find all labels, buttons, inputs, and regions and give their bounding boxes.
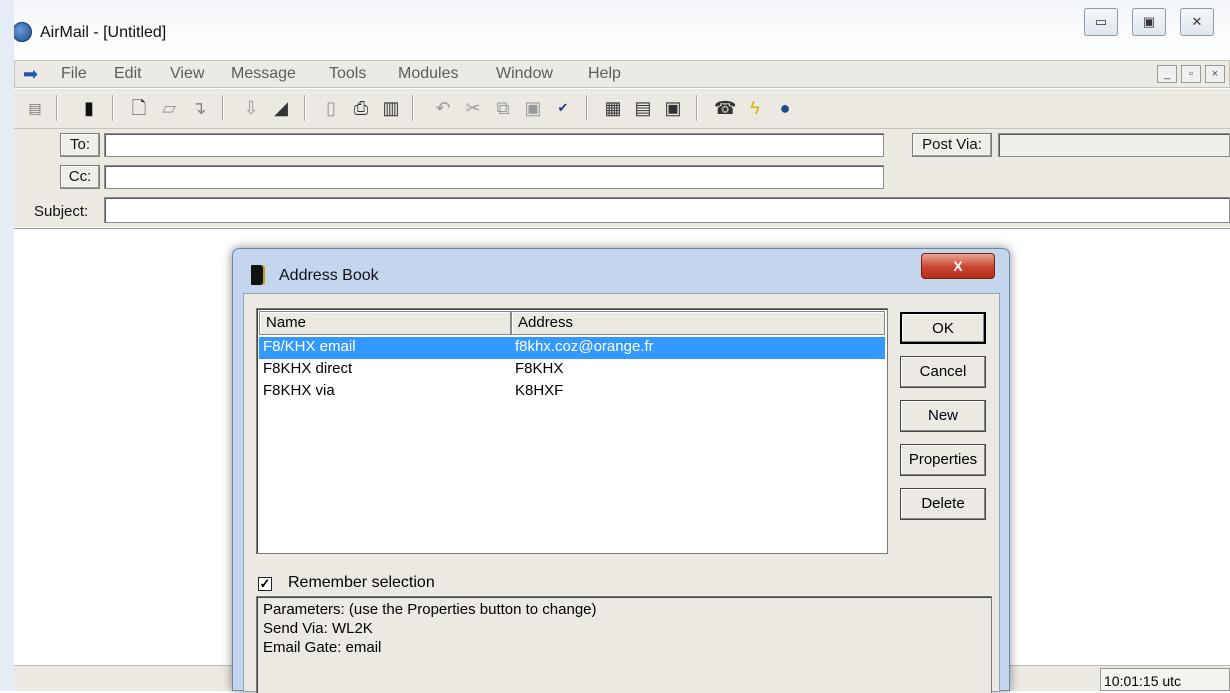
row-name: F8KHX direct xyxy=(263,360,353,377)
spellcheck-icon[interactable]: ✔ xyxy=(552,97,574,119)
column-header-address[interactable]: Address xyxy=(511,311,885,335)
open-folder-icon[interactable]: ▱ xyxy=(158,97,180,119)
connect-icon[interactable]: ☎ xyxy=(714,97,736,119)
menu-window[interactable]: Window xyxy=(496,65,553,83)
airmail-globe-icon xyxy=(12,22,32,42)
remember-selection-label: Remember selection xyxy=(288,574,435,591)
title-bar: AirMail - [Untitled] ▭ ▣ ✕ xyxy=(0,0,1230,60)
eraser-icon[interactable]: ◢ xyxy=(270,97,292,119)
paste-icon[interactable]: ▣ xyxy=(522,97,544,119)
post-via-field[interactable] xyxy=(998,133,1230,157)
undo-icon[interactable]: ↶ xyxy=(432,97,454,119)
copy-form-icon[interactable]: ▯ xyxy=(320,97,342,119)
minimize-button[interactable]: ▭ xyxy=(1084,8,1118,36)
cancel-button[interactable]: Cancel xyxy=(900,356,986,388)
new-button[interactable]: New xyxy=(900,400,986,432)
globe-icon[interactable]: ● xyxy=(774,97,796,119)
dialog-title: Address Book xyxy=(279,267,379,284)
dialog-client: Name Address F8/KHX email f8khx.coz@oran… xyxy=(243,293,1000,693)
subject-field[interactable] xyxy=(104,197,1230,223)
cc-button[interactable]: Cc: xyxy=(60,165,100,189)
list-view-icon[interactable]: ▤ xyxy=(24,97,46,119)
toolbar-separator xyxy=(304,95,306,121)
row-name: F8/KHX email xyxy=(263,338,356,355)
row-name: F8KHX via xyxy=(263,382,335,399)
table-row[interactable]: F8KHX via K8HXF xyxy=(259,381,885,403)
parameters-panel: Parameters: (use the Properties button t… xyxy=(256,596,992,693)
menu-view[interactable]: View xyxy=(170,65,204,83)
menu-tools[interactable]: Tools xyxy=(329,65,366,83)
window-layout-1-icon[interactable]: ▦ xyxy=(602,97,624,119)
toolbar-separator xyxy=(112,95,114,121)
toolbar-separator xyxy=(696,95,698,121)
delete-button[interactable]: Delete xyxy=(900,488,986,520)
mdi-restore-button[interactable]: ▫ xyxy=(1181,65,1201,83)
close-button[interactable]: ✕ xyxy=(1180,8,1214,36)
row-address: K8HXF xyxy=(515,382,564,399)
reply-icon[interactable]: ↴ xyxy=(188,97,210,119)
menu-edit[interactable]: Edit xyxy=(114,65,142,83)
cc-field[interactable] xyxy=(104,165,884,189)
address-book-icon[interactable]: ▮ xyxy=(78,97,100,119)
menu-file[interactable]: File xyxy=(61,65,87,83)
column-header-name[interactable]: Name xyxy=(259,311,511,335)
table-row[interactable]: F8KHX direct F8KHX xyxy=(259,359,885,381)
properties-button[interactable]: Properties xyxy=(900,444,986,476)
status-time: 10:01:15 utc xyxy=(1100,668,1230,691)
row-address: F8KHX xyxy=(515,360,564,377)
address-header: To: Cc: Subject: Post Via: xyxy=(14,129,1230,227)
window-border xyxy=(0,0,14,691)
maximize-button[interactable]: ▣ xyxy=(1132,8,1166,36)
toolbar-separator xyxy=(222,95,224,121)
lightning-icon[interactable]: ϟ xyxy=(744,97,766,119)
ok-button[interactable]: OK xyxy=(900,312,986,344)
email-gate-line: Email Gate: email xyxy=(263,639,382,656)
delete-icon[interactable]: ▥ xyxy=(380,97,402,119)
mdi-minimize-button[interactable]: _ xyxy=(1157,65,1177,83)
address-book-dialog: Address Book X Name Address F8/KHX email… xyxy=(232,248,1010,693)
window-layout-2-icon[interactable]: ▤ xyxy=(632,97,654,119)
post-via-button[interactable]: Post Via: xyxy=(912,133,992,157)
menu-help[interactable]: Help xyxy=(588,65,621,83)
toolbar-separator xyxy=(56,95,58,121)
toolbar: ▤ ▮ 🗋 ▱ ↴ ⇩ ◢ ▯ ⎙ ▥ ↶ ✂ ⧉ ▣ ✔ ▦ ▤ ▣ ☎ ϟ … xyxy=(14,89,1230,129)
print-icon[interactable]: ⎙ xyxy=(350,97,372,119)
window-layout-3-icon[interactable]: ▣ xyxy=(662,97,684,119)
new-message-icon[interactable]: 🗋 xyxy=(128,97,150,119)
toolbar-separator xyxy=(586,95,588,121)
to-button[interactable]: To: xyxy=(60,133,100,157)
window-title: AirMail - [Untitled] xyxy=(40,24,167,41)
outbox-icon[interactable]: ⇩ xyxy=(240,97,262,119)
table-row[interactable]: F8/KHX email f8khx.coz@orange.fr xyxy=(259,337,885,359)
mdi-close-button[interactable]: × xyxy=(1205,65,1225,83)
cut-icon[interactable]: ✂ xyxy=(462,97,484,119)
address-list[interactable]: Name Address F8/KHX email f8khx.coz@oran… xyxy=(256,308,888,554)
parameters-line: Parameters: (use the Properties button t… xyxy=(263,601,597,618)
row-address: f8khx.coz@orange.fr xyxy=(515,338,654,355)
subject-label: Subject: xyxy=(34,203,89,220)
remember-selection-checkbox[interactable]: ✓ xyxy=(258,577,272,591)
dialog-close-button[interactable]: X xyxy=(921,253,995,279)
menu-modules[interactable]: Modules xyxy=(398,65,458,83)
menu-message[interactable]: Message xyxy=(231,65,296,83)
mdi-arrow-icon[interactable]: ➡ xyxy=(23,64,38,84)
copy-icon[interactable]: ⧉ xyxy=(492,97,514,119)
menu-bar: ➡ File Edit View Message Tools Modules W… xyxy=(14,60,1230,88)
to-field[interactable] xyxy=(104,133,884,157)
send-via-line: Send Via: WL2K xyxy=(263,620,373,637)
toolbar-separator xyxy=(412,95,414,121)
address-book-icon xyxy=(251,265,263,285)
